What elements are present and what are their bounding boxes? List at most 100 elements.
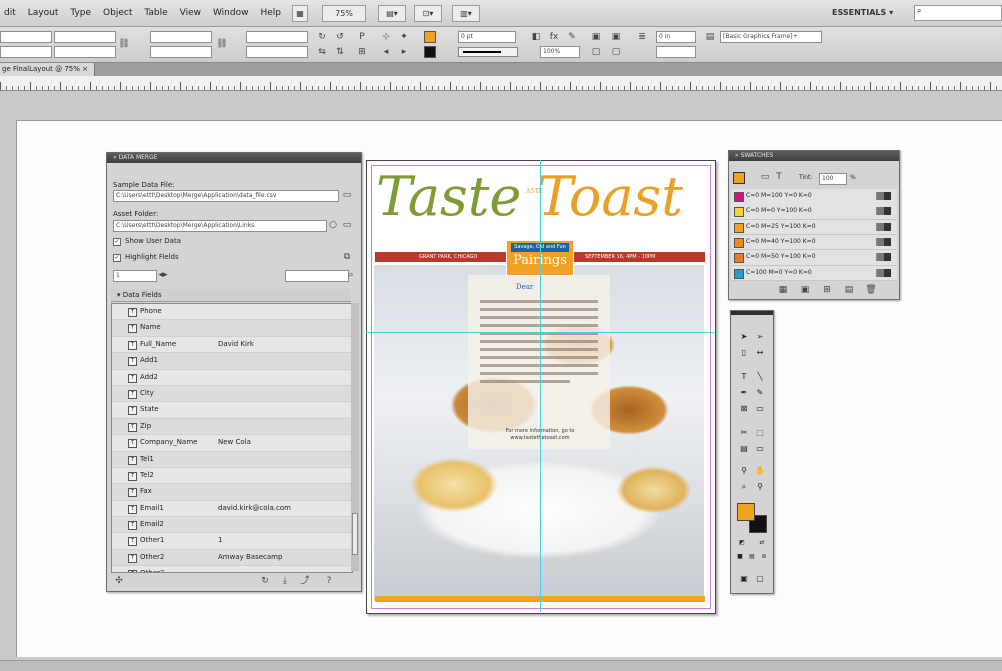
object-style-icon[interactable]: ▤ xyxy=(704,31,716,43)
gap-tool-icon[interactable]: ↔ xyxy=(753,347,767,359)
swatch-row[interactable]: C=0 M=0 Y=100 K=0 xyxy=(731,204,897,220)
center-content-icon[interactable]: ▢ xyxy=(610,46,622,58)
note-tool-icon[interactable]: ▭ xyxy=(753,443,767,455)
scissors-tool-icon[interactable]: ✂ xyxy=(737,427,751,439)
fx-icon[interactable]: fx xyxy=(548,31,560,43)
swatch-row[interactable]: C=100 M=0 Y=0 K=0 xyxy=(731,265,897,281)
height-field[interactable] xyxy=(54,46,116,58)
data-fields-header[interactable]: ▾ Data Fields xyxy=(111,289,351,302)
show-all-swatches-icon[interactable]: ▦ xyxy=(777,284,789,296)
swatch-fill-box[interactable] xyxy=(733,172,745,184)
record-navigation-icon[interactable]: ◂▸ xyxy=(157,269,169,281)
scale-x-field[interactable] xyxy=(150,31,212,43)
asset-clear-icon[interactable]: ○ xyxy=(327,219,339,231)
object-style-dropdown[interactable]: [Basic Graphics Frame]+ xyxy=(720,31,822,43)
data-field-row[interactable]: T Other1 1 xyxy=(112,533,352,550)
swatch-row[interactable]: C=0 M=40 Y=100 K=0 xyxy=(731,234,897,251)
data-field-row[interactable]: T Tel2 xyxy=(112,467,352,485)
field-search-input[interactable] xyxy=(285,270,349,282)
offset-field[interactable]: 0 in xyxy=(656,31,696,43)
content-icon[interactable]: P xyxy=(356,31,368,43)
flip-vertical-icon[interactable]: ⇅ xyxy=(334,46,346,58)
select-content-icon[interactable]: ✦ xyxy=(398,31,410,43)
data-field-row[interactable]: T Tel1 xyxy=(112,451,352,468)
zoom-tool-icon[interactable]: ⌕ xyxy=(737,481,751,493)
workspace-switcher[interactable]: ESSENTIALS ▾ xyxy=(832,5,893,20)
new-swatch-icon[interactable]: ⊞ xyxy=(821,284,833,296)
swatch-options-icon[interactable]: ▤ xyxy=(843,284,855,296)
scale-lock-icon[interactable]: ⛓ xyxy=(216,38,228,50)
data-field-row[interactable]: T Email1 david.kirk@cola.com xyxy=(112,500,352,518)
data-merge-panel-title[interactable]: » DATA MERGE xyxy=(107,153,361,163)
menu-window[interactable]: Window xyxy=(207,0,255,26)
tint-field[interactable]: 100 xyxy=(819,173,847,185)
free-transform-tool-icon[interactable]: ⬚ xyxy=(753,427,767,439)
swap-colors-icon[interactable]: ⇄ xyxy=(755,537,769,549)
menu-object[interactable]: Object xyxy=(97,0,138,26)
document-tab[interactable]: ge FinalLayout @ 75% × xyxy=(0,63,96,76)
page-tool-icon[interactable]: ▯ xyxy=(737,347,751,359)
effects-icon[interactable]: ✎ xyxy=(566,31,578,43)
gradient-tool-icon[interactable]: ▤ xyxy=(737,443,751,455)
data-field-row[interactable]: T Phone xyxy=(112,304,352,321)
rotate-ccw-icon[interactable]: ↺ xyxy=(334,31,346,43)
data-field-row[interactable]: T Company_Name New Cola xyxy=(112,435,352,452)
direct-selection-tool-icon[interactable]: ➢ xyxy=(753,331,767,343)
constrain-proportions-icon[interactable]: ⛓ xyxy=(118,38,130,50)
screen-mode-icon[interactable]: ⊡▾ xyxy=(414,5,442,22)
data-field-row[interactable]: T Other2 Amway Basecamp xyxy=(112,549,352,567)
line-tool-icon[interactable]: ╲ xyxy=(753,371,767,383)
export-pdf-icon[interactable]: ⤴ xyxy=(299,575,311,587)
magazine-title-left[interactable]: Taste xyxy=(376,170,521,224)
data-field-row[interactable]: T Name xyxy=(112,320,352,337)
columns-field[interactable] xyxy=(656,46,696,58)
swatches-panel-title[interactable]: » SWATCHES xyxy=(729,151,899,161)
help-search-input[interactable]: ⌕ xyxy=(914,5,1002,21)
select-container-icon[interactable]: ⊹ xyxy=(380,31,392,43)
menu-layout[interactable]: Layout xyxy=(22,0,65,26)
data-field-list[interactable]: T Phone T Name T Full_Name David Kirk T Add1 T Add… xyxy=(111,303,353,573)
menu-type[interactable]: Type xyxy=(64,0,97,26)
menu-view[interactable]: View xyxy=(174,0,207,26)
selection-tool-icon[interactable]: ➤ xyxy=(737,331,751,343)
magazine-title-right[interactable]: Toast xyxy=(537,170,683,224)
field-search-icon[interactable]: ⌕ xyxy=(345,269,357,281)
swatch-row[interactable]: C=0 M=25 Y=100 K=0 xyxy=(731,219,897,236)
swatch-row[interactable]: C=0 M=50 Y=100 K=0 xyxy=(731,250,897,266)
show-color-swatches-icon[interactable]: ▣ xyxy=(799,284,811,296)
record-number-field[interactable]: 1 xyxy=(113,270,157,282)
arrange-documents-icon[interactable]: ▥▾ xyxy=(452,5,480,22)
show-user-data-checkbox[interactable]: ✓ xyxy=(113,238,121,246)
data-field-row[interactable]: T Email2 xyxy=(112,517,352,534)
stroke-swatch[interactable] xyxy=(424,46,436,58)
browse-folder-icon[interactable]: ▭ xyxy=(341,189,353,201)
collapse-triangle-icon[interactable]: ▾ xyxy=(111,291,121,299)
field-list-scrollbar[interactable] xyxy=(351,303,359,571)
data-field-row[interactable]: TOther3 xyxy=(112,566,352,572)
rectangle-tool-icon[interactable]: ▭ xyxy=(753,403,767,415)
formatting-text-icon[interactable]: T xyxy=(773,171,785,183)
stroke-type-dropdown[interactable] xyxy=(458,47,518,57)
preview-icon[interactable]: ⧉ xyxy=(341,251,353,263)
menu-table[interactable]: Table xyxy=(138,0,173,26)
pencil-tool-icon[interactable]: ✎ xyxy=(753,387,767,399)
data-field-row[interactable]: T State xyxy=(112,402,352,419)
reference-point-icon[interactable]: ⊞ xyxy=(356,46,368,58)
measure-tool-icon[interactable]: ⚲ xyxy=(753,481,767,493)
fill-swatch[interactable] xyxy=(424,31,436,43)
delete-swatch-icon[interactable]: 🗑 xyxy=(865,284,877,296)
x-position-field[interactable] xyxy=(0,31,52,43)
eyedropper-tool-icon[interactable]: ⚲ xyxy=(737,465,751,477)
text-wrap-icon[interactable]: ≣ xyxy=(636,31,648,43)
zoom-level[interactable]: 75% xyxy=(322,5,366,22)
type-tool-icon[interactable]: T xyxy=(737,371,751,383)
bridge-icon[interactable]: ▦ xyxy=(292,5,308,22)
asset-browse-icon[interactable]: ▭ xyxy=(341,219,353,231)
y-position-field[interactable] xyxy=(0,46,52,58)
menu-edit[interactable]: dit xyxy=(0,0,22,26)
pen-tool-icon[interactable]: ✒ xyxy=(737,387,751,399)
view-options-icon[interactable]: ▤▾ xyxy=(378,5,406,22)
drop-shadow-icon[interactable]: ◧ xyxy=(530,31,542,43)
flip-horizontal-icon[interactable]: ⇆ xyxy=(316,46,328,58)
scale-y-field[interactable] xyxy=(150,46,212,58)
